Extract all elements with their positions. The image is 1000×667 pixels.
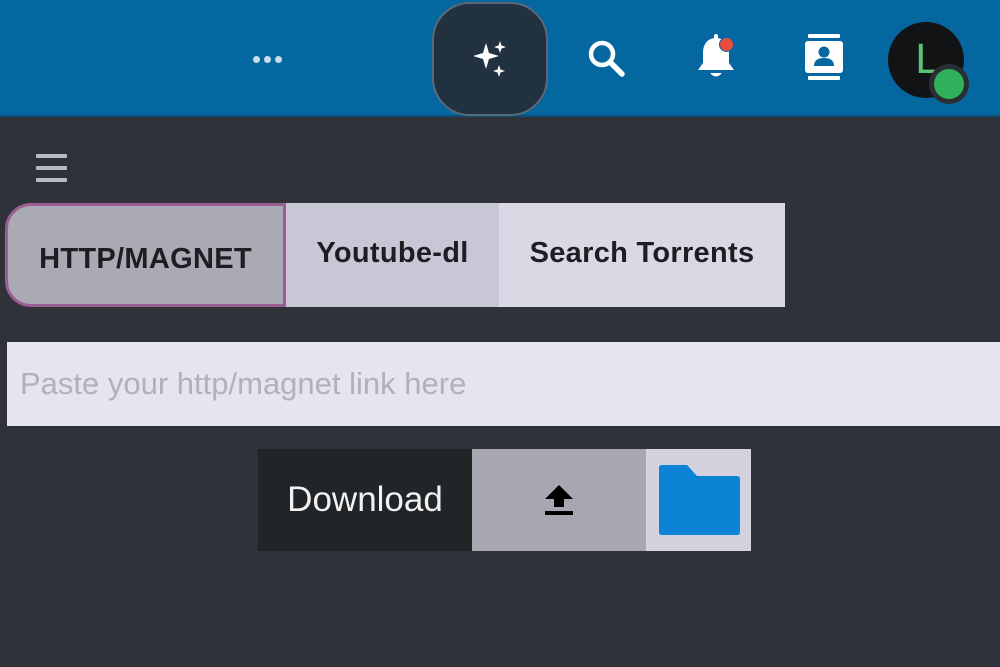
presence-status-indicator: [929, 64, 969, 104]
search-button[interactable]: [578, 30, 634, 86]
menu-line: [36, 178, 67, 182]
top-bar: L: [0, 0, 1000, 117]
notifications-button[interactable]: [688, 30, 744, 86]
folder-icon: [658, 465, 740, 535]
link-input[interactable]: [7, 342, 1000, 426]
download-actions: Download: [258, 449, 751, 551]
sparkles-icon: [473, 41, 506, 77]
ai-assistant-button[interactable]: [432, 2, 548, 116]
more-dot: [274, 55, 282, 63]
upload-icon: [545, 485, 573, 515]
contacts-button[interactable]: [796, 30, 852, 86]
more-dot: [263, 55, 271, 63]
upload-torrent-button[interactable]: [472, 449, 646, 551]
hamburger-menu-icon[interactable]: [36, 154, 67, 182]
more-horizontal-icon: [252, 55, 260, 63]
tab-search-torrents[interactable]: Search Torrents: [499, 203, 785, 307]
download-button[interactable]: Download: [258, 449, 472, 551]
menu-line: [36, 154, 67, 158]
download-button-label: Download: [287, 480, 443, 519]
browse-folder-button[interactable]: [646, 449, 751, 551]
tab-youtube-dl[interactable]: Youtube-dl: [286, 203, 499, 307]
download-source-tabs: HTTP/MAGNET Youtube-dl Search Torrents: [5, 203, 785, 307]
search-icon: [588, 40, 625, 77]
more-button[interactable]: [246, 44, 288, 74]
notification-badge: [719, 37, 734, 52]
menu-line: [36, 166, 67, 170]
contacts-icon: [805, 34, 843, 80]
tab-http-magnet[interactable]: HTTP/MAGNET: [5, 203, 286, 307]
